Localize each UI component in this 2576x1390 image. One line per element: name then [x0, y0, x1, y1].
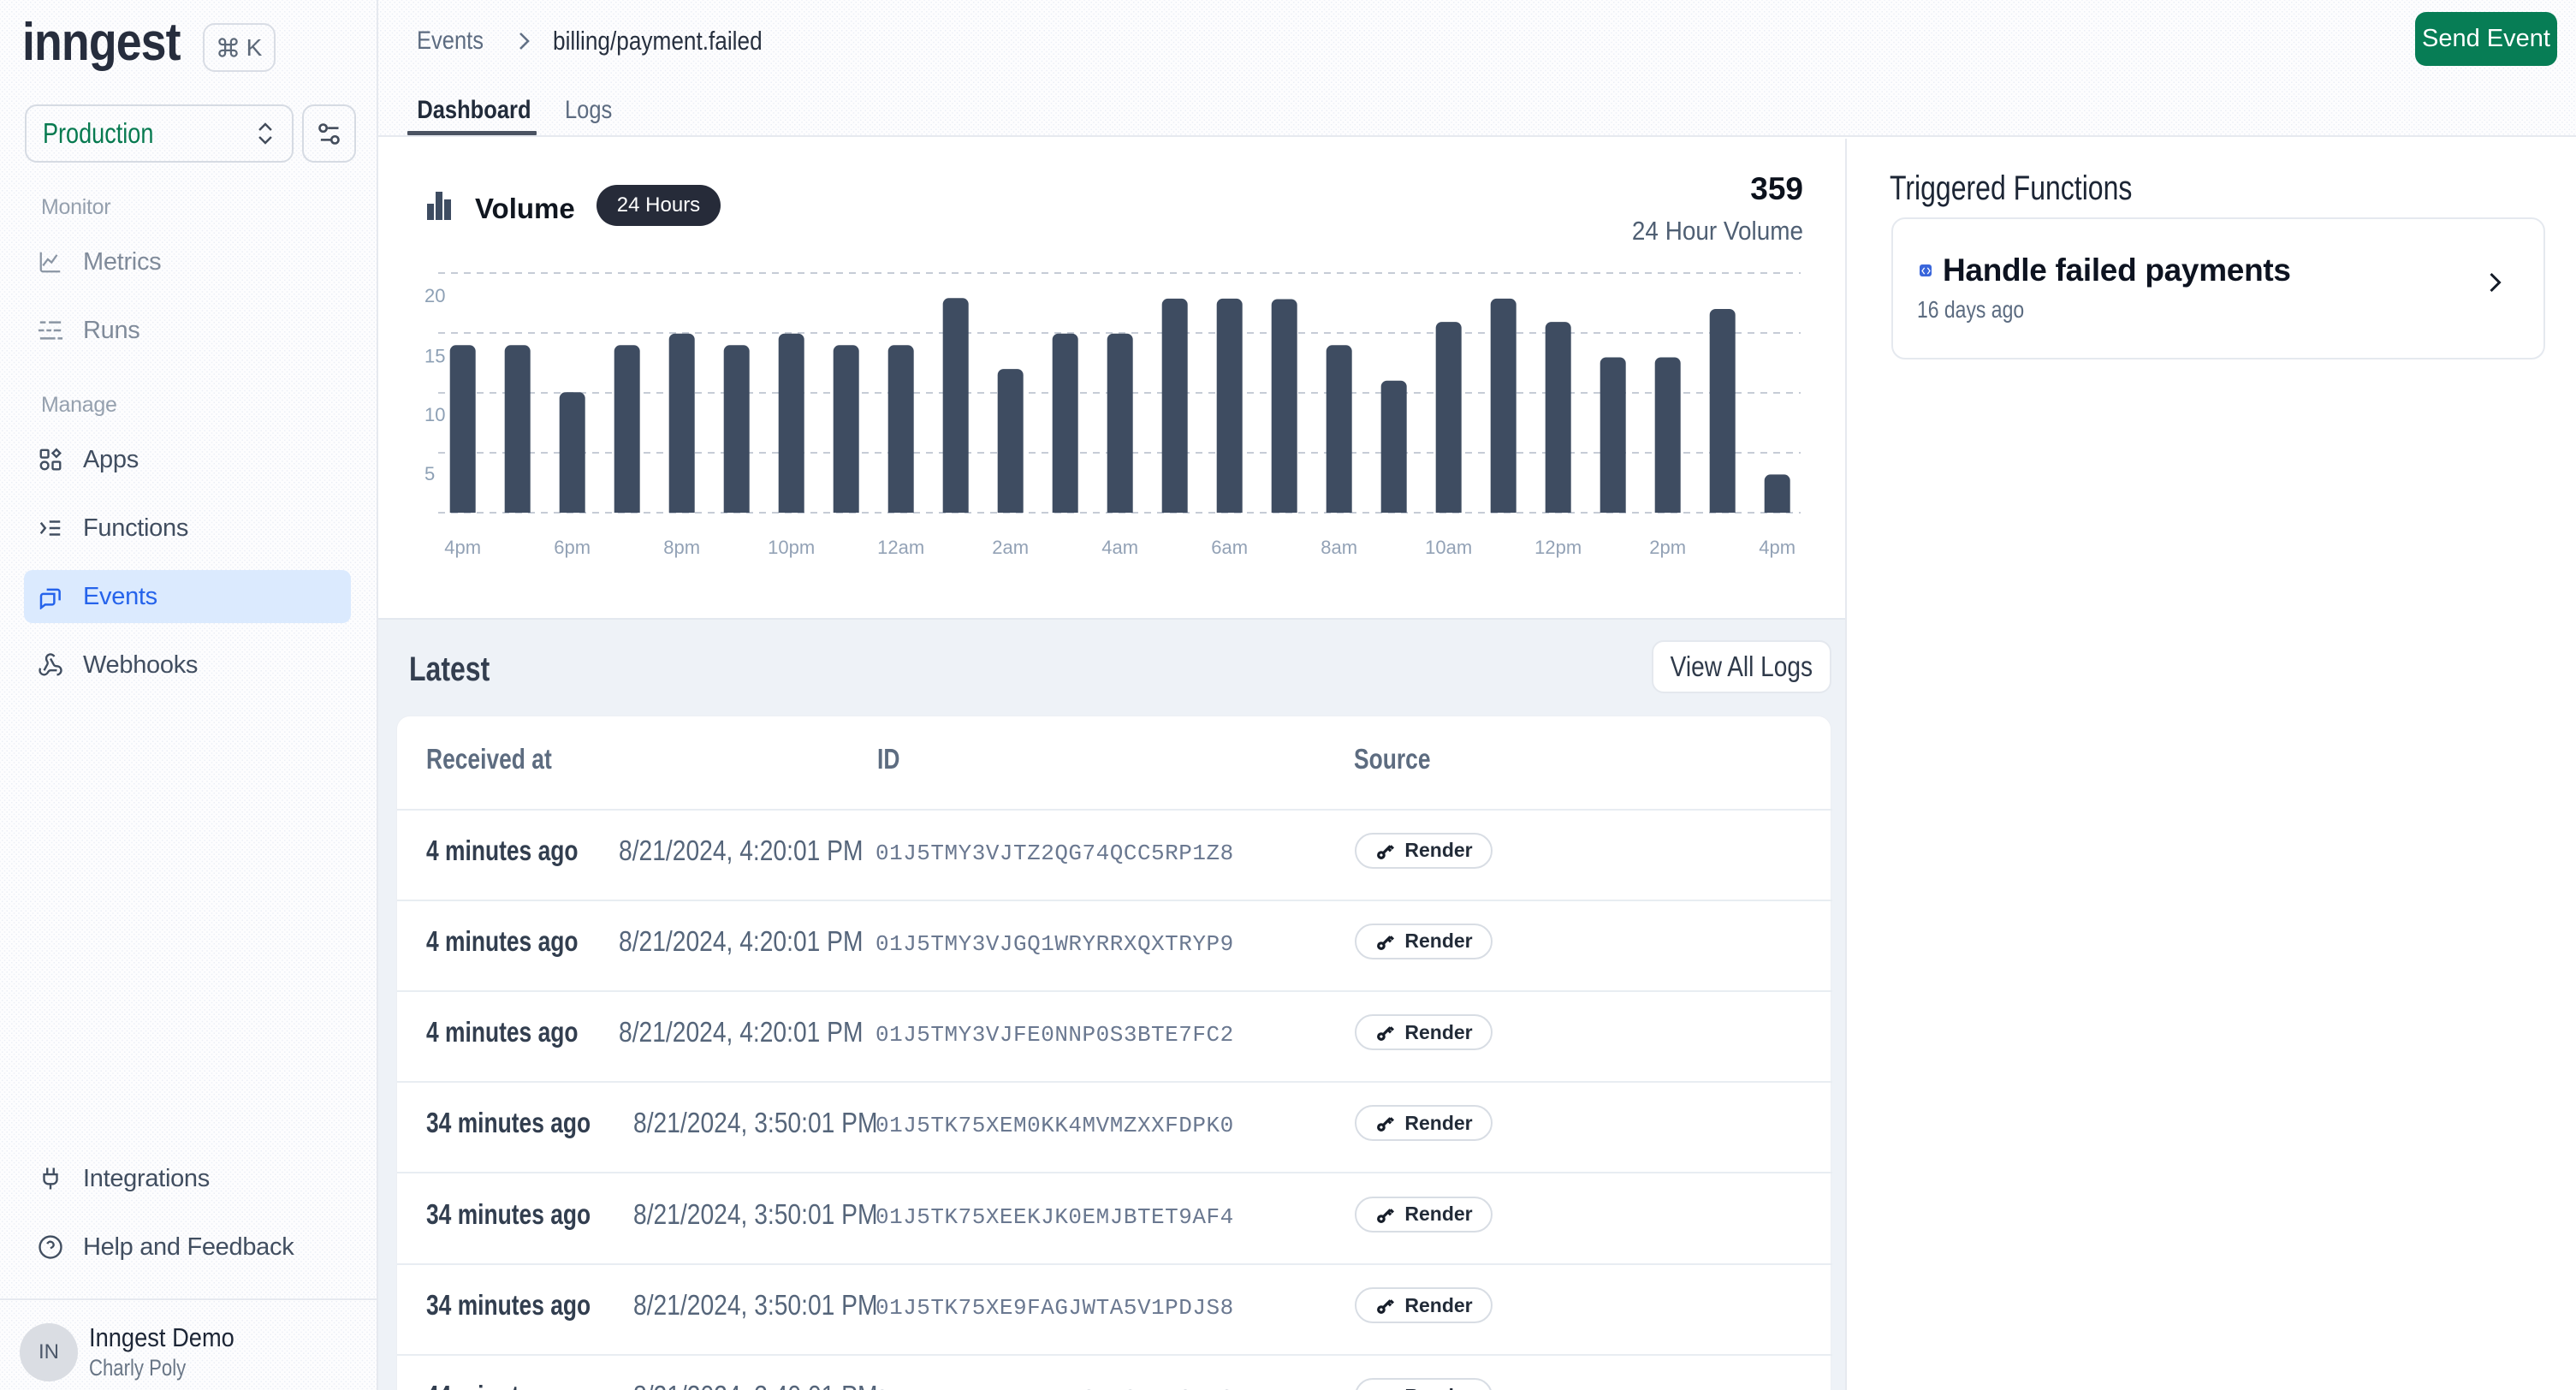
svg-text:8am: 8am: [1321, 537, 1357, 558]
svg-text:8pm: 8pm: [663, 537, 700, 558]
svg-text:6pm: 6pm: [554, 537, 591, 558]
svg-text:15: 15: [424, 346, 445, 367]
svg-text:4am: 4am: [1101, 537, 1138, 558]
svg-text:2pm: 2pm: [1649, 537, 1686, 558]
svg-text:6am: 6am: [1211, 537, 1248, 558]
svg-text:10pm: 10pm: [768, 537, 815, 558]
svg-text:10am: 10am: [1425, 537, 1472, 558]
svg-text:4pm: 4pm: [1759, 537, 1795, 558]
svg-text:4pm: 4pm: [444, 537, 481, 558]
svg-text:10: 10: [424, 404, 445, 425]
svg-text:12am: 12am: [877, 537, 924, 558]
svg-text:20: 20: [424, 285, 445, 306]
svg-text:2am: 2am: [992, 537, 1029, 558]
svg-text:12pm: 12pm: [1534, 537, 1582, 558]
svg-text:5: 5: [424, 463, 435, 484]
